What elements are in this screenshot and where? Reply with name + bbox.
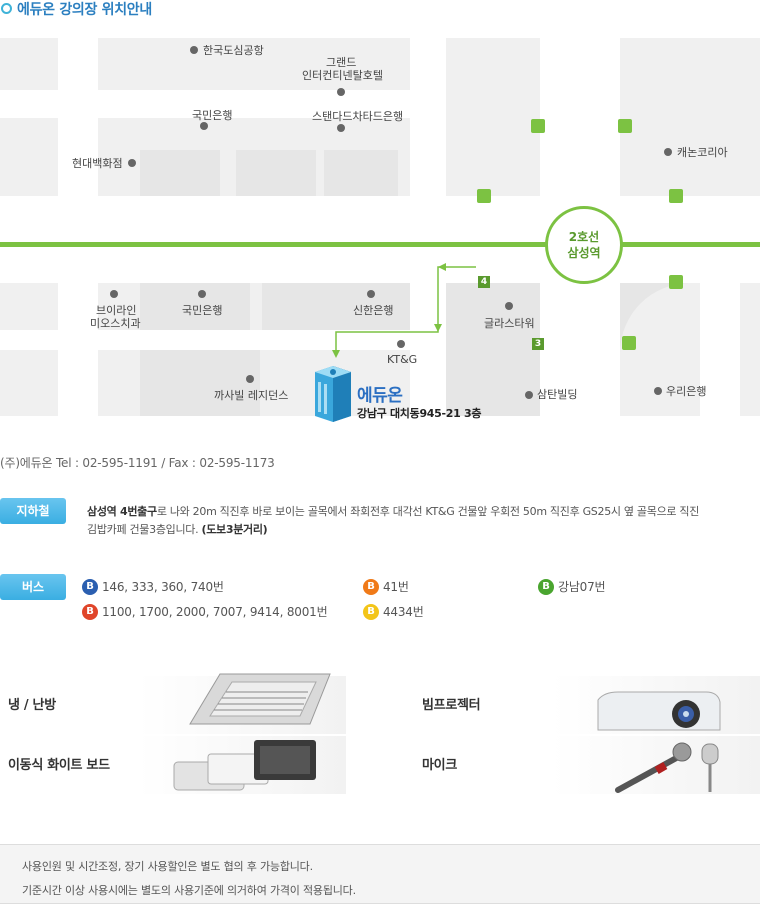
subway-exit-label: 삼성역 4번출구 — [87, 505, 157, 518]
microphone-icon — [615, 742, 719, 793]
landmark-dot — [654, 387, 662, 395]
equipment-aircon: 냉 / 난방 — [0, 673, 346, 734]
eduon-map-address: 강남구 대치동945-21 3층 — [357, 407, 482, 420]
map-block — [446, 118, 540, 196]
map-road — [0, 196, 760, 242]
map-road — [410, 38, 446, 442]
equipment-projector: 빔프로젝터 — [414, 676, 760, 734]
bus-route-numbers: 41번 — [383, 580, 409, 594]
page-header: 에듀온 강의장 위치안내 — [0, 0, 760, 24]
subway-line-2 — [0, 242, 760, 247]
landmark-label: 한국도심공항 — [203, 44, 264, 57]
bus-route-numbers: 4434번 — [383, 605, 424, 619]
landmark-label: 그랜드 — [326, 56, 357, 69]
air-conditioner-icon — [189, 673, 331, 725]
landmark-label: 우리은행 — [666, 385, 707, 398]
whiteboard-eraser-icon — [173, 740, 316, 791]
equipment-name: 마이크 — [422, 758, 457, 773]
subway-exit-marker — [477, 189, 491, 203]
subway-exit-marker — [622, 336, 636, 350]
landmark-dot — [337, 88, 345, 96]
landmark-dot — [200, 122, 208, 130]
map-block — [236, 150, 316, 196]
bus-tag: 버스 — [0, 574, 66, 600]
landmark-label: 까사빌 레지던스 — [214, 389, 289, 402]
eduon-map-name: 에듀온 — [357, 386, 403, 406]
landmark-dot — [367, 290, 375, 298]
map-block — [140, 150, 220, 196]
landmark-label: 인터컨티넨탈호텔 — [302, 69, 383, 82]
landmark-dot — [190, 46, 198, 54]
map-block — [324, 150, 398, 196]
map-block — [140, 350, 260, 416]
equipment-whiteboard: 이동식 화이트 보드 — [0, 736, 346, 794]
equipment-name: 이동식 화이트 보드 — [8, 758, 110, 773]
note-line: 사용인원 및 시간조정, 장기 사용할인은 별도 협의 후 가능합니다. — [22, 860, 313, 873]
landmark-dot — [505, 302, 513, 310]
projector-icon — [597, 691, 721, 731]
bus-route: B 1100, 1700, 2000, 7007, 9414, 8001번 — [82, 603, 328, 620]
station-line-label: 2호선 — [568, 230, 600, 244]
bus-route: B 강남07번 — [538, 578, 606, 595]
usage-notes: 사용인원 및 시간조정, 장기 사용할인은 별도 협의 후 가능합니다. 기준시… — [0, 844, 760, 904]
landmark-label: 미오스치과 — [90, 317, 141, 330]
landmark-label: 국민은행 — [192, 109, 233, 122]
landmark-label: 현대백화점 — [72, 157, 123, 170]
subway-exit-marker — [618, 119, 632, 133]
exit-3-marker: 3 — [532, 338, 544, 350]
landmark-dot — [397, 340, 405, 348]
subway-exit-marker — [669, 189, 683, 203]
subway-exit-marker — [669, 275, 683, 289]
bus-badge-icon: B — [363, 578, 379, 595]
bus-badge-icon: B — [538, 578, 554, 595]
samseong-station: 2호선 삼성역 — [545, 206, 623, 284]
landmark-label: 캐논코리아 — [677, 146, 728, 159]
landmark-label: 스탠다드차타드은행 — [312, 110, 404, 123]
map-block — [620, 38, 760, 196]
landmark-label: KT&G — [387, 353, 418, 366]
bus-route: B 41번 — [363, 578, 409, 595]
station-name-label: 삼성역 — [567, 246, 601, 260]
subway-tag: 지하철 — [0, 498, 66, 524]
eduon-building-icon — [315, 366, 351, 422]
bus-route-numbers: 1100, 1700, 2000, 7007, 9414, 8001번 — [102, 605, 328, 619]
page-title: 에듀온 강의장 위치안내 — [17, 2, 152, 18]
bus-route-numbers: 146, 333, 360, 740번 — [102, 580, 224, 594]
subway-directions: 삼성역 4번출구로 나와 20m 직진후 바로 보이는 골목에서 좌회전후 대각… — [87, 503, 747, 539]
subway-directions-line2: 김밥카페 건물3층입니다. — [87, 523, 199, 536]
landmark-dot — [198, 290, 206, 298]
contact-info: (주)에듀온 Tel : 02-595-1191 / Fax : 02-595-… — [0, 456, 275, 470]
equipment-name: 빔프로젝터 — [422, 698, 481, 713]
landmark-label: 신한은행 — [353, 304, 394, 317]
landmark-label: 국민은행 — [182, 304, 223, 317]
landmark-dot — [525, 391, 533, 399]
landmark-dot — [128, 159, 136, 167]
equipment-name: 냉 / 난방 — [8, 698, 56, 713]
landmark-label: 삼탄빌딩 — [537, 388, 578, 401]
subway-exit-marker — [531, 119, 545, 133]
walking-time: (도보3분거리) — [201, 523, 268, 536]
note-line: 기준시간 이상 사용시에는 별도의 사용기준에 의거하여 가격이 적용됩니다. — [22, 884, 356, 897]
bus-badge-icon: B — [82, 578, 98, 595]
bus-badge-icon: B — [82, 603, 98, 620]
circle-bullet-icon — [1, 3, 12, 14]
landmark-dot — [110, 290, 118, 298]
subway-directions-text: 로 나와 20m 직진후 바로 보이는 골목에서 좌회전후 대각선 KT&G 건… — [156, 505, 700, 518]
bus-route-numbers: 강남07번 — [558, 580, 606, 594]
landmark-dot — [664, 148, 672, 156]
landmark-label: 글라스타워 — [484, 317, 535, 330]
landmark-label: 브이라인 — [96, 304, 137, 317]
bus-route: B 146, 333, 360, 740번 — [82, 578, 224, 595]
location-map: 4 3 2호선 삼성역 한국도심공항 그랜드 인터컨티넨탈호텔 국민은행 스탠다… — [0, 38, 760, 442]
equipment-mic: 마이크 — [414, 736, 760, 794]
bus-route: B 4434번 — [363, 603, 424, 620]
map-road — [700, 278, 740, 442]
landmark-dot — [246, 375, 254, 383]
bus-badge-icon: B — [363, 603, 379, 620]
landmark-dot — [337, 124, 345, 132]
